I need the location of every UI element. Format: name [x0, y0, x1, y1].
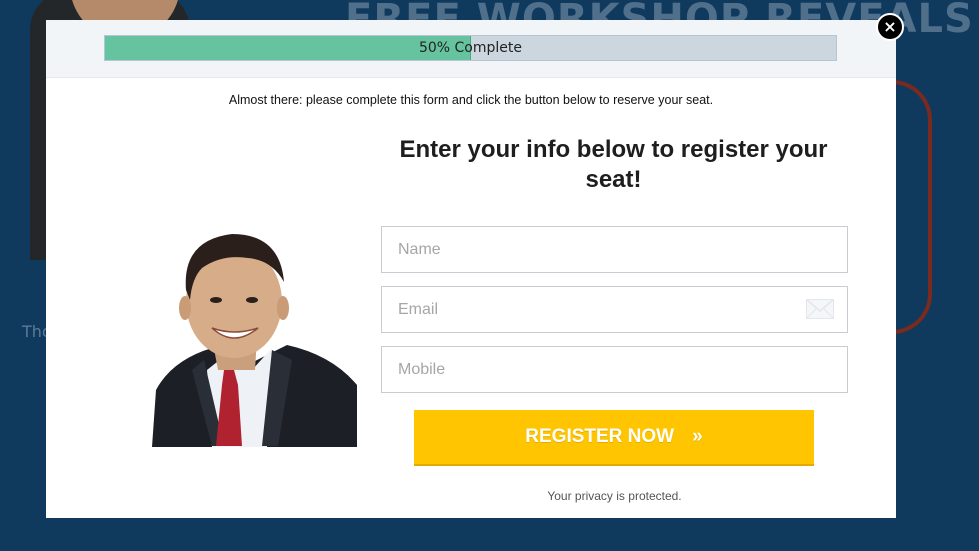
presenter-portrait-image	[152, 220, 357, 447]
email-input[interactable]	[381, 286, 848, 333]
form-heading: Enter your info below to register your s…	[399, 136, 828, 193]
modal-header: 50% Complete	[46, 20, 896, 78]
progress-bar: 50% Complete	[104, 35, 837, 61]
name-input[interactable]	[381, 226, 848, 273]
registration-modal: 50% Complete Almost there: please comple…	[46, 20, 896, 518]
privacy-note: Your privacy is protected.	[547, 489, 682, 503]
envelope-icon	[806, 299, 834, 319]
progress-label: 50% Complete	[418, 40, 523, 56]
register-now-button[interactable]: REGISTER NOW »	[414, 410, 814, 466]
double-chevron-right-icon: »	[692, 426, 703, 447]
presenter-photo	[152, 220, 357, 447]
close-icon[interactable]: ×	[876, 13, 904, 41]
instruction-text: Almost there: please complete this form …	[228, 93, 714, 107]
mobile-input[interactable]	[381, 346, 848, 393]
register-now-label: REGISTER NOW	[525, 426, 675, 447]
